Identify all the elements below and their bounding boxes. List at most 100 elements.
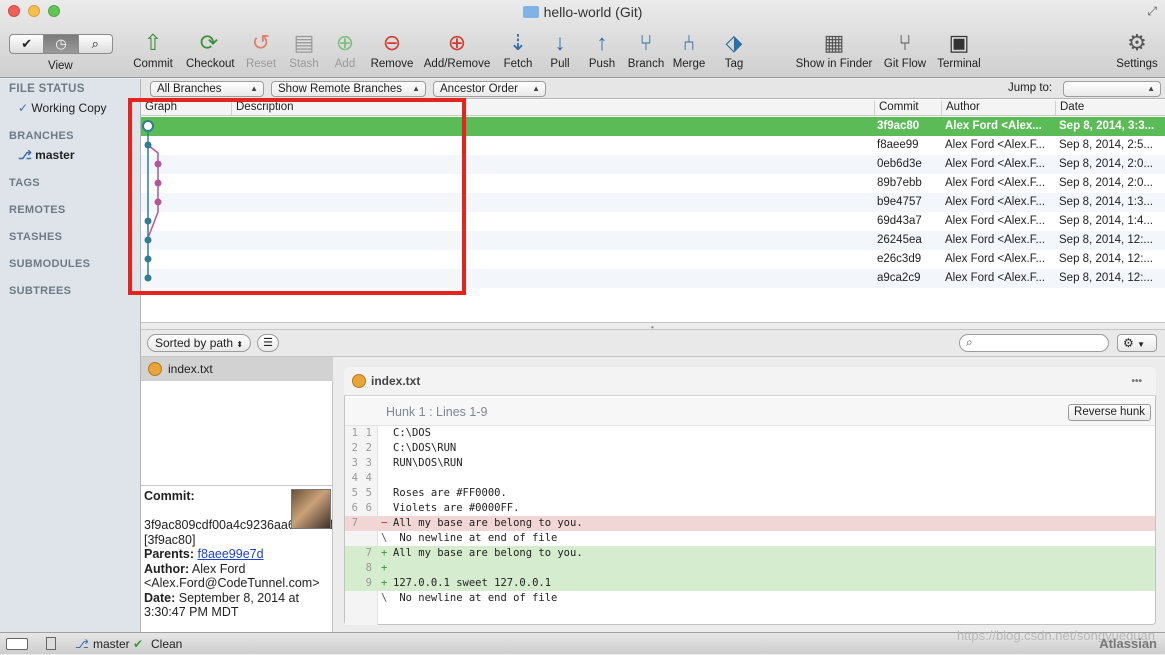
- sidebar-header-subtrees[interactable]: SUBTREES: [9, 285, 71, 297]
- column-header-commit[interactable]: Commit: [874, 101, 919, 115]
- more-options-icon[interactable]: •••: [1131, 367, 1142, 396]
- row-date: Sep 8, 2014, 2:5...: [1059, 139, 1153, 151]
- sidebar-header-remotes[interactable]: REMOTES: [9, 204, 66, 216]
- diff-line: 6 6 Violets are #0000FF.: [351, 502, 520, 514]
- git-flow-button[interactable]: ⑂ Git Flow: [878, 28, 932, 70]
- working-copy-icon: ✓: [18, 101, 29, 115]
- sidebar-item-working-copy[interactable]: ✓ Working Copy: [18, 101, 107, 115]
- storage-icon[interactable]: [46, 637, 56, 650]
- pane-splitter[interactable]: •: [141, 322, 1165, 332]
- sidebar-header-file-status[interactable]: FILE STATUS: [9, 83, 85, 95]
- diff-line: 1 1 C:\DOS: [351, 427, 431, 439]
- column-header-date[interactable]: Date: [1055, 101, 1084, 115]
- sidebar-header-stashes[interactable]: STASHES: [9, 231, 62, 243]
- sidebar-header-submodules[interactable]: SUBMODULES: [9, 258, 90, 270]
- row-author: Alex Ford <Alex.F...: [945, 272, 1046, 284]
- reset-button[interactable]: ↺ Reset: [243, 28, 279, 70]
- clock-icon[interactable]: ◷: [44, 35, 79, 53]
- checkmark-icon[interactable]: ✔: [10, 35, 45, 53]
- row-date: Sep 8, 2014, 1:4...: [1059, 215, 1153, 227]
- highlight-annotation-box: [128, 98, 466, 295]
- settings-button[interactable]: ⚙ Settings: [1112, 28, 1162, 70]
- diff-marker: +: [381, 547, 388, 559]
- row-author: Alex Ford <Alex.F...: [945, 234, 1046, 246]
- folder-icon: [522, 6, 539, 18]
- row-date: Sep 8, 2014, 12:...: [1059, 272, 1153, 284]
- diff-marker: \: [381, 532, 388, 544]
- diff-line: 8 +: [345, 561, 1155, 576]
- atlassian-logo: Atlassian: [1099, 636, 1157, 651]
- chevron-down-icon: ▼: [1137, 340, 1146, 349]
- row-date: Sep 8, 2014, 2:0...: [1059, 158, 1153, 170]
- push-button[interactable]: ↑ Push: [585, 28, 619, 70]
- avatar: [291, 489, 331, 529]
- row-author: Alex Ford <Alex.F...: [945, 253, 1046, 265]
- remove-button[interactable]: ⊖ Remove: [368, 28, 416, 70]
- modified-file-icon: [148, 362, 162, 376]
- push-icon: ↑: [596, 30, 608, 55]
- reverse-hunk-button[interactable]: Reverse hunk: [1068, 404, 1151, 421]
- remote-branches-popup[interactable]: Show Remote Branches▲▼: [271, 81, 426, 107]
- sidebar-toggle-icon[interactable]: [6, 638, 28, 650]
- status-branch: master: [93, 637, 130, 651]
- search-icon[interactable]: ⌕: [79, 35, 112, 53]
- stash-icon: ▤: [293, 30, 315, 55]
- hunk-header: Hunk 1 : Lines 1-9: [345, 398, 1155, 426]
- row-commit: e26c3d9: [877, 253, 922, 265]
- diff-marker: +: [381, 577, 388, 589]
- column-header-author[interactable]: Author: [941, 101, 980, 115]
- sidebar-item-master[interactable]: ⎇ master: [18, 148, 75, 162]
- fetch-button[interactable]: ⇣ Fetch: [499, 28, 537, 70]
- show-in-finder-button[interactable]: ▦ Show in Finder: [790, 28, 878, 70]
- diff-line: \ No newline at end of file: [381, 532, 558, 544]
- diff-line: 7− All my base are belong to you.: [345, 516, 1155, 531]
- list-view-button[interactable]: ☰: [257, 334, 279, 352]
- parent-commit-link[interactable]: f8aee99e7d: [198, 547, 264, 561]
- branch-icon: ⎇: [18, 148, 32, 162]
- checkout-button[interactable]: ⟳ Checkout: [186, 28, 235, 70]
- order-popup[interactable]: Ancestor Order▲▼: [433, 81, 546, 107]
- row-author: Alex Ford <Alex.F...: [945, 177, 1046, 189]
- branch-button[interactable]: ⑂ Branch: [624, 28, 668, 70]
- commit-icon: ⇧: [143, 30, 163, 55]
- commit-button[interactable]: ⇧ Commit: [128, 28, 178, 70]
- row-author: Alex Ford <Alex...: [945, 120, 1042, 132]
- diff-line: 2 2 C:\DOS\RUN: [351, 442, 457, 454]
- file-options-button[interactable]: ⚙ ▼: [1117, 334, 1157, 352]
- row-author: Alex Ford <Alex.F...: [945, 215, 1046, 227]
- view-segmented-control[interactable]: ✔ ◷ ⌕: [9, 34, 113, 54]
- gear-icon: ⚙: [1123, 336, 1134, 350]
- branches-filter-popup[interactable]: All Branches▲▼: [150, 81, 264, 107]
- add-icon: ⊕: [335, 30, 355, 55]
- row-date: Sep 8, 2014, 12:...: [1059, 253, 1153, 265]
- sidebar-header-tags[interactable]: TAGS: [9, 177, 40, 189]
- tag-button[interactable]: ⬗ Tag: [720, 28, 748, 70]
- sort-popup[interactable]: Sorted by path ⬍: [147, 334, 251, 352]
- row-commit: a9ca2c9: [877, 272, 921, 284]
- window-title: hello-world (Git): [0, 4, 1165, 20]
- branch-icon: ⎇: [75, 637, 89, 651]
- jump-to-popup[interactable]: ▲▼: [1063, 81, 1161, 107]
- sidebar-header-branches[interactable]: BRANCHES: [9, 130, 74, 142]
- diff-line: 9 +127.0.0.1 sweet 127.0.0.1: [345, 576, 1155, 591]
- pull-button[interactable]: ↓ Pull: [546, 28, 574, 70]
- diff-line: 7 + All my base are belong to you.: [345, 546, 1155, 561]
- row-date: Sep 8, 2014, 2:0...: [1059, 177, 1153, 189]
- terminal-button[interactable]: ▣ Terminal: [932, 28, 986, 70]
- search-icon: ⌕: [966, 335, 973, 349]
- row-commit: 69d43a7: [877, 215, 922, 227]
- pull-icon: ↓: [554, 30, 566, 55]
- merge-button[interactable]: ⑃ Merge: [668, 28, 710, 70]
- add-button[interactable]: ⊕ Add: [331, 28, 359, 70]
- add-remove-button[interactable]: ⊕ Add/Remove: [419, 28, 495, 70]
- settings-icon: ⚙: [1127, 30, 1147, 55]
- file-item-index-txt[interactable]: index.txt: [141, 357, 333, 381]
- add-remove-icon: ⊕: [447, 30, 467, 55]
- fullscreen-icon[interactable]: ⤢: [1147, 4, 1157, 19]
- file-search-input[interactable]: ⌕: [959, 334, 1109, 352]
- diff-line: 3 3 RUN\DOS\RUN: [351, 457, 463, 469]
- status-clean: Clean: [151, 637, 183, 651]
- stash-button[interactable]: ▤ Stash: [286, 28, 322, 70]
- row-commit: 3f9ac80: [877, 120, 920, 132]
- modified-file-icon: [352, 374, 366, 388]
